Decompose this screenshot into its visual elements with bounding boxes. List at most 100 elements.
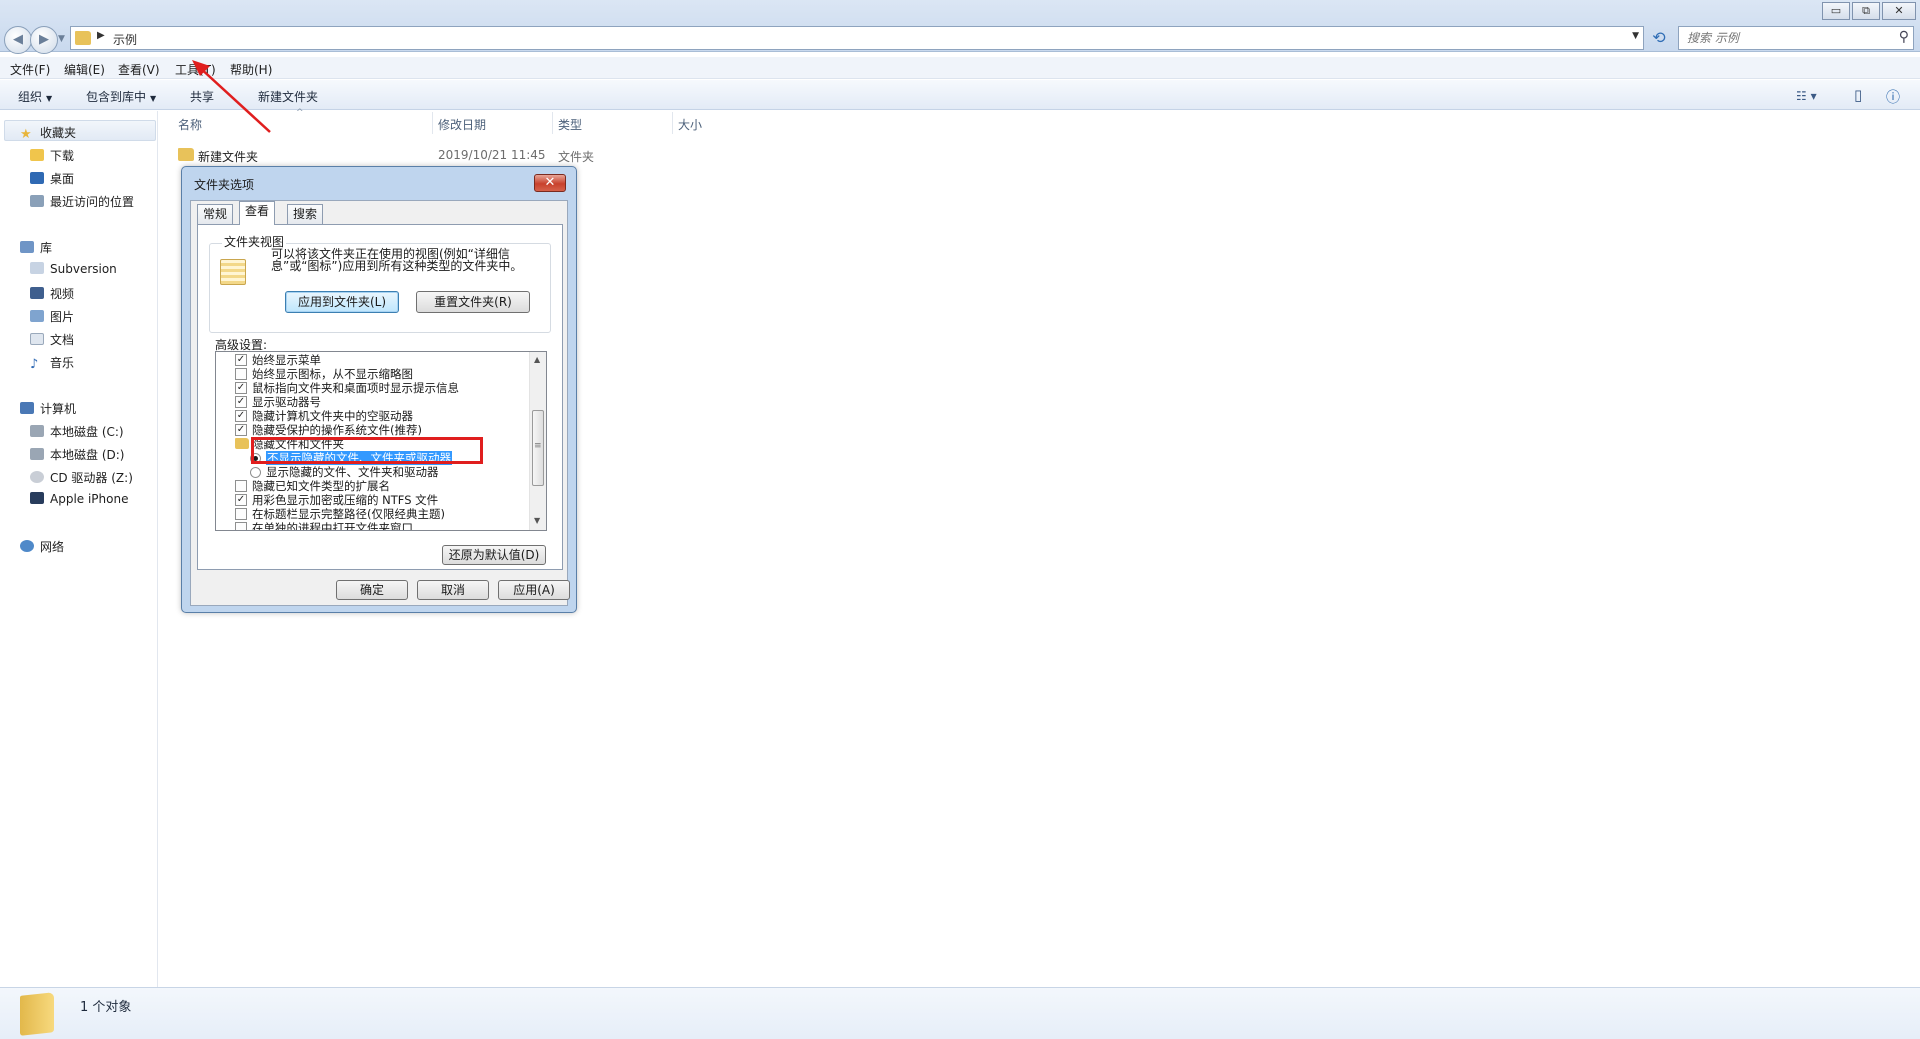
recent-pages-dropdown-icon[interactable]: ▼ [58,34,65,44]
scroll-thumb[interactable]: ≡ [532,410,544,486]
column-header-size[interactable]: 大小 [678,116,702,133]
ok-button[interactable]: 确定 [336,580,408,600]
minimize-button[interactable]: ▭ [1822,2,1850,20]
nav-subversion[interactable]: Subversion [30,262,117,280]
checkbox[interactable]: ✓ [235,396,247,408]
nav-computer[interactable]: 计算机 [20,400,76,418]
menu-file[interactable]: 文件(F) [10,61,50,78]
breadcrumb-current[interactable]: 示例 [113,31,137,48]
checkbox[interactable] [235,522,247,530]
downloads-icon [30,149,44,161]
view-tab-panel: 文件夹视图 可以将该文件夹正在使用的视图(例如“详细信息”或“图标”)应用到所有… [197,224,563,570]
address-bar[interactable]: ▶ 示例 ▼ [70,26,1644,50]
drive-d-icon [30,448,44,460]
back-arrow-icon: ◀ [13,32,23,47]
recent-places-icon [30,195,44,207]
dialog-title: 文件夹选项 [194,178,255,192]
menu-view[interactable]: 查看(V) [118,61,160,78]
close-window-button[interactable]: ✕ [1882,2,1916,20]
network-icon [20,540,34,552]
folder-icon [235,438,249,449]
column-divider[interactable] [432,112,433,134]
libraries-icon [20,241,34,253]
nav-recent-places[interactable]: 最近访问的位置 [30,193,134,211]
cd-drive-icon [30,471,44,483]
nav-documents[interactable]: 文档 [30,331,74,349]
apply-button[interactable]: 应用(A) [498,580,570,600]
breadcrumb-chevron-icon[interactable]: ▶ [97,30,105,41]
scroll-up-icon[interactable]: ▲ [534,355,540,364]
folder-icon [178,148,194,161]
refresh-button[interactable]: ⟲ [1648,27,1670,49]
nav-desktop[interactable]: 桌面 [30,170,74,188]
search-icon[interactable]: ⚲ [1899,29,1909,45]
apply-to-folders-button[interactable]: 应用到文件夹(L) [285,291,399,313]
iphone-icon [30,492,44,504]
reset-folders-button[interactable]: 重置文件夹(R) [416,291,530,313]
desktop-icon [30,172,44,184]
computer-icon [20,402,34,414]
nav-network[interactable]: 网络 [20,538,64,556]
column-divider[interactable] [552,112,553,134]
organize-button[interactable]: 组织 ▼ [18,88,52,105]
column-divider[interactable] [672,112,673,134]
pictures-icon [30,310,44,322]
documents-icon [30,333,44,345]
dialog-body: 常规 查看 搜索 文件夹视图 可以将该文件夹正在使用的视图(例如“详细信息”或“… [190,200,570,606]
checkbox[interactable]: ✓ [235,410,247,422]
tab-search[interactable]: 搜索 [287,204,324,224]
menu-bar: 文件(F) 编辑(E) 查看(V) 工具(T) 帮助(H) [0,57,1920,79]
nav-libraries[interactable]: 库 [20,239,52,257]
nav-drive-d[interactable]: 本地磁盘 (D:) [30,446,124,464]
nav-drive-z[interactable]: CD 驱动器 (Z:) [30,469,133,487]
scroll-down-icon[interactable]: ▼ [534,516,540,525]
star-icon: ★ [20,127,32,142]
column-header-type[interactable]: 类型 [558,116,582,133]
menu-edit[interactable]: 编辑(E) [64,61,105,78]
checkbox[interactable] [235,480,247,492]
tab-view[interactable]: 查看 [239,201,276,225]
file-name[interactable]: 新建文件夹 [198,148,258,165]
maximize-button[interactable]: ⧉ [1852,2,1880,20]
cancel-button[interactable]: 取消 [417,580,489,600]
include-library-button[interactable]: 包含到库中 ▼ [86,88,156,105]
nav-downloads[interactable]: 下载 [30,147,74,165]
column-header-date[interactable]: 修改日期 [438,116,486,133]
nav-pictures[interactable]: 图片 [30,308,74,326]
file-type: 文件夹 [558,150,595,164]
annotation-highlight-box [251,437,483,464]
item-count: 1 个对象 [80,1000,132,1015]
restore-defaults-button[interactable]: 还原为默认值(D) [442,545,546,565]
checkbox[interactable]: ✓ [235,382,247,394]
videos-icon [30,287,44,299]
nav-favorites[interactable]: ★ 收藏夹 [20,124,76,142]
navigation-pane: ★ 收藏夹 下载 桌面 最近访问的位置 库 Subversion 视频 图片 文档… [0,111,158,987]
radio-button[interactable] [250,467,261,478]
folder-options-dialog: 文件夹选项 ✕ 常规 查看 搜索 文件夹视图 可以将该文件夹正在使用的视图(例如… [181,166,577,613]
checkbox[interactable] [235,368,247,380]
folder-icon [20,992,54,1036]
folder-view-description: 可以将该文件夹正在使用的视图(例如“详细信息”或“图标”)应用到所有这种类型的文… [271,247,523,273]
include-library-dropdown-icon: ▼ [150,94,157,103]
checkbox[interactable]: ✓ [235,424,247,436]
help-icon[interactable]: ⓘ [1886,87,1900,107]
dialog-close-button[interactable]: ✕ [534,174,566,192]
nav-videos[interactable]: 视频 [30,285,74,303]
forward-button[interactable]: ▶ [30,26,58,54]
checkbox[interactable] [235,508,247,520]
checkbox[interactable]: ✓ [235,494,247,506]
music-icon: ♪ [30,357,39,372]
checkbox[interactable]: ✓ [235,354,247,366]
back-button[interactable]: ◀ [4,26,32,54]
list-scrollbar[interactable]: ▲ ≡ ▼ [529,352,546,530]
search-box[interactable]: ⚲ [1678,26,1914,50]
view-options-icon[interactable]: ☷ ▾ [1796,89,1817,103]
search-input[interactable] [1687,30,1887,46]
nav-music[interactable]: ♪ 音乐 [30,354,74,372]
address-dropdown-icon[interactable]: ▼ [1632,31,1639,41]
nav-apple-iphone[interactable]: Apple iPhone [30,492,128,510]
nav-drive-c[interactable]: 本地磁盘 (C:) [30,423,124,441]
subversion-icon [30,262,44,274]
tab-general[interactable]: 常规 [197,204,234,224]
preview-pane-icon[interactable]: ▯ [1854,86,1862,104]
